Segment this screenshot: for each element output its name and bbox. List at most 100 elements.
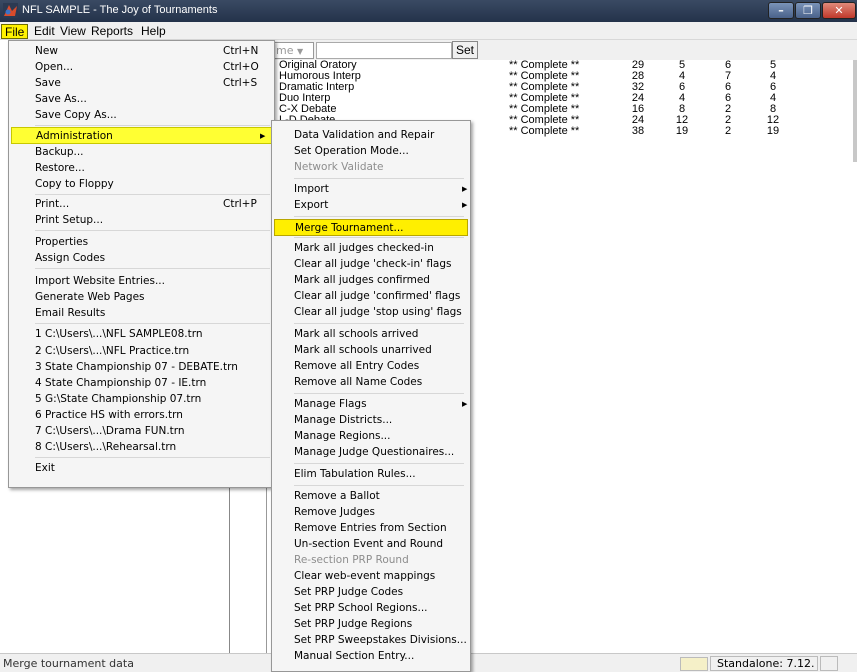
menu-item-set-prp-school-regions[interactable]: Set PRP School Regions... <box>274 600 468 616</box>
menu-item-mark-schools-arrived[interactable]: Mark all schools arrived <box>274 326 468 342</box>
menu-item-print[interactable]: Print... Ctrl+P <box>11 196 272 212</box>
menu-item-un-section-event[interactable]: Un-section Event and Round <box>274 536 468 552</box>
menu-item-generate-web-pages[interactable]: Generate Web Pages <box>11 289 272 305</box>
menu-separator <box>35 268 270 269</box>
event-value: 19 <box>766 125 780 137</box>
menu-item-re-section-prp-round[interactable]: Re-section PRP Round <box>274 552 468 568</box>
menu-separator <box>294 178 464 179</box>
menu-item-export[interactable]: Export ▶ <box>274 197 468 213</box>
recent-file-3[interactable]: 3 State Championship 07 - DEBATE.trn <box>11 359 272 375</box>
event-value: 2 <box>724 125 732 137</box>
close-icon: ✕ <box>834 4 844 17</box>
menu-item-manage-districts[interactable]: Manage Districts... <box>274 412 468 428</box>
menu-item-copy-to-floppy[interactable]: Copy to Floppy <box>11 176 272 192</box>
menu-item-manual-section-entry[interactable]: Manual Section Entry... <box>274 648 468 664</box>
submenu-arrow-icon: ▶ <box>462 400 468 408</box>
menu-item-new[interactable]: New Ctrl+N <box>11 43 272 59</box>
menu-item-restore[interactable]: Restore... <box>11 160 272 176</box>
menu-item-clear-stop-using-flags[interactable]: Clear all judge 'stop using' flags <box>274 304 468 320</box>
menu-item-exit[interactable]: Exit <box>11 460 272 476</box>
vertical-scrollbar[interactable] <box>853 60 857 162</box>
menu-item-remove-judges[interactable]: Remove Judges <box>274 504 468 520</box>
recent-file-7[interactable]: 7 C:\Users\...\Drama FUN.trn <box>11 423 272 439</box>
menu-item-clear-confirmed-flags[interactable]: Clear all judge 'confirmed' flags <box>274 288 468 304</box>
status-panel <box>680 657 708 671</box>
menu-item-manage-regions[interactable]: Manage Regions... <box>274 428 468 444</box>
menu-item-network-validate[interactable]: Network Validate <box>274 159 468 175</box>
submenu-arrow-icon: ▶ <box>462 185 468 193</box>
menu-item-backup[interactable]: Backup... <box>11 144 272 160</box>
menu-item-clear-web-event-mappings[interactable]: Clear web-event mappings <box>274 568 468 584</box>
menu-item-administration[interactable]: Administration ▶ <box>11 127 272 144</box>
menu-item-set-prp-judge-codes[interactable]: Set PRP Judge Codes <box>274 584 468 600</box>
menu-item-open[interactable]: Open... Ctrl+O <box>11 59 272 75</box>
menu-help[interactable]: Help <box>138 24 169 39</box>
maximize-button[interactable]: ❐ <box>795 2 821 19</box>
menu-item-mark-judges-checked-in[interactable]: Mark all judges checked-in <box>274 240 468 256</box>
filter-combo-value: ime <box>273 44 294 57</box>
recent-file-8[interactable]: 8 C:\Users\...\Rehearsal.trn <box>11 439 272 455</box>
menu-file[interactable]: File <box>1 24 29 39</box>
menu-separator <box>294 463 464 464</box>
menu-item-remove-entries-from-section[interactable]: Remove Entries from Section <box>274 520 468 536</box>
submenu-arrow-icon: ▶ <box>462 201 468 209</box>
menu-item-elim-tabulation-rules[interactable]: Elim Tabulation Rules... <box>274 466 468 482</box>
menu-item-save-as[interactable]: Save As... <box>11 91 272 107</box>
menu-separator <box>35 194 270 195</box>
menu-separator <box>35 230 270 231</box>
close-button[interactable]: ✕ <box>822 2 856 19</box>
menu-item-mark-judges-confirmed[interactable]: Mark all judges confirmed <box>274 272 468 288</box>
menu-item-mark-schools-unarrived[interactable]: Mark all schools unarrived <box>274 342 468 358</box>
event-status: ** Complete ** <box>509 125 580 137</box>
menu-item-remove-entry-codes[interactable]: Remove all Entry Codes <box>274 358 468 374</box>
menu-reports[interactable]: Reports <box>88 24 136 39</box>
filter-input[interactable] <box>316 42 452 59</box>
menu-item-import-website-entries[interactable]: Import Website Entries... <box>11 273 272 289</box>
menu-item-merge-tournament[interactable]: Merge Tournament... <box>274 219 468 236</box>
menu-item-save[interactable]: Save Ctrl+S <box>11 75 272 91</box>
chevron-down-icon: ▼ <box>297 47 304 56</box>
menu-item-save-copy-as[interactable]: Save Copy As... <box>11 107 272 123</box>
recent-file-6[interactable]: 6 Practice HS with errors.trn <box>11 407 272 423</box>
menu-separator <box>294 393 464 394</box>
menu-separator <box>294 237 464 238</box>
menu-item-set-operation-mode[interactable]: Set Operation Mode... <box>274 143 468 159</box>
file-menu: New Ctrl+N Open... Ctrl+O Save Ctrl+S Save … <box>8 40 275 488</box>
recent-file-5[interactable]: 5 G:\State Championship 07.trn <box>11 391 272 407</box>
menu-item-assign-codes[interactable]: Assign Codes <box>11 250 272 266</box>
version-label: Standalone: 7.12. <box>710 656 818 671</box>
menu-item-remove-name-codes[interactable]: Remove all Name Codes <box>274 374 468 390</box>
minimize-button[interactable]: – <box>768 2 794 19</box>
menu-separator <box>35 125 270 126</box>
menu-separator <box>294 485 464 486</box>
menu-item-manage-flags[interactable]: Manage Flags ▶ <box>274 396 468 412</box>
recent-file-2[interactable]: 2 C:\Users\...\NFL Practice.trn <box>11 343 272 359</box>
event-value: 19 <box>675 125 689 137</box>
filter-combo[interactable]: ime ▼ <box>270 42 314 59</box>
menu-item-set-prp-judge-regions[interactable]: Set PRP Judge Regions <box>274 616 468 632</box>
menu-separator <box>35 457 270 458</box>
recent-file-1[interactable]: 1 C:\Users\...\NFL SAMPLE08.trn <box>11 326 272 342</box>
menu-item-print-setup[interactable]: Print Setup... <box>11 212 272 228</box>
menu-item-properties[interactable]: Properties <box>11 234 272 250</box>
menu-item-remove-ballot[interactable]: Remove a Ballot <box>274 488 468 504</box>
menu-separator <box>294 323 464 324</box>
menu-separator <box>35 323 270 324</box>
title-bar: NFL SAMPLE - The Joy of Tournaments – ❐ … <box>0 0 857 22</box>
event-value: 38 <box>631 125 645 137</box>
menu-item-email-results[interactable]: Email Results <box>11 305 272 321</box>
status-panel <box>820 656 838 671</box>
menu-item-clear-check-in-flags[interactable]: Clear all judge 'check-in' flags <box>274 256 468 272</box>
recent-file-4[interactable]: 4 State Championship 07 - IE.trn <box>11 375 272 391</box>
menu-bar: File Edit View Reports Help <box>0 22 857 40</box>
minimize-icon: – <box>778 4 784 17</box>
set-button[interactable]: Set <box>452 41 478 59</box>
menu-item-data-validation[interactable]: Data Validation and Repair <box>274 127 468 143</box>
menu-item-import[interactable]: Import ▶ <box>274 181 468 197</box>
menu-item-manage-judge-questionaires[interactable]: Manage Judge Questionaires... <box>274 444 468 460</box>
menu-view[interactable]: View <box>57 24 89 39</box>
restore-icon: ❐ <box>803 4 813 17</box>
menu-edit[interactable]: Edit <box>31 24 58 39</box>
status-message: Merge tournament data <box>3 657 134 670</box>
menu-item-set-prp-sweepstakes-divisions[interactable]: Set PRP Sweepstakes Divisions... <box>274 632 468 648</box>
